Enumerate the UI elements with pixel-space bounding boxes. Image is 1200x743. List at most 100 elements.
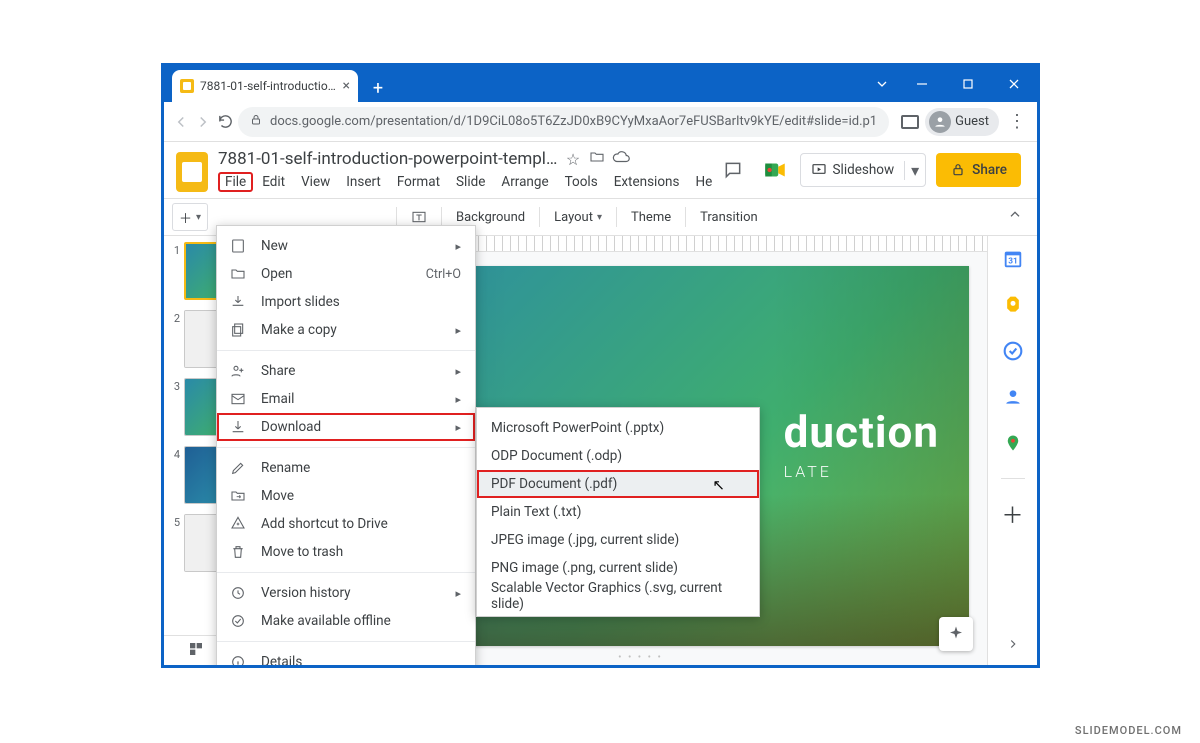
file-menu-open[interactable]: OpenCtrl+O [217,260,475,288]
file-menu-new[interactable]: New▸ [217,232,475,260]
tb-transition[interactable]: Transition [692,203,766,231]
menu-extensions[interactable]: Extensions [607,172,687,192]
rename-icon [229,459,247,477]
nav-reload-icon[interactable] [216,107,234,137]
move-icon [229,487,247,505]
addons-plus-icon[interactable]: ＋ [1002,503,1024,525]
file-menu-details[interactable]: Details [217,648,475,665]
calendar-icon[interactable]: 31 [1002,248,1024,270]
slides-app: 7881-01-self-introduction-powerpoint-tem… [164,142,1037,665]
menu-view[interactable]: View [294,172,337,192]
browser-window: 7881-01-self-introduction-powe × + docs.… [161,63,1040,668]
menu-tools[interactable]: Tools [558,172,605,192]
download-submenu: Microsoft PowerPoint (.pptx) ODP Documen… [476,407,760,617]
file-menu-import-slides[interactable]: Import slides [217,288,475,316]
download-icon [229,418,247,436]
download-pptx[interactable]: Microsoft PowerPoint (.pptx) [477,414,759,442]
menu-format[interactable]: Format [390,172,447,192]
omnibox[interactable]: docs.google.com/presentation/d/1D9CiL08o… [238,107,889,137]
meet-icon[interactable] [760,155,790,185]
speaker-notes-handle[interactable]: • • • • • [618,652,663,663]
download-txt[interactable]: Plain Text (.txt) [477,498,759,526]
app-header: 7881-01-self-introduction-powerpoint-tem… [164,142,1037,192]
maps-icon[interactable] [1002,432,1024,454]
tab-title: 7881-01-self-introduction-powe [200,79,337,93]
download-jpeg[interactable]: JPEG image (.jpg, current slide) [477,526,759,554]
slideshow-button[interactable]: Slideshow ▾ [800,153,927,187]
details-icon [229,653,247,665]
file-menu-download[interactable]: Download▸ [217,413,475,441]
reading-list-icon[interactable] [901,115,919,129]
cursor-icon: ↖ [712,476,725,494]
tab-close-icon[interactable]: × [343,79,350,93]
new-icon [229,237,247,255]
menu-insert[interactable]: Insert [339,172,388,192]
slideshow-caret-icon[interactable]: ▾ [904,161,925,180]
file-menu-offline[interactable]: Make available offline [217,607,475,635]
collapse-toolbar-icon[interactable] [1001,207,1029,227]
download-svg[interactable]: Scalable Vector Graphics (.svg, current … [477,582,759,610]
browser-tab[interactable]: 7881-01-self-introduction-powe × [172,70,358,102]
share-button[interactable]: Share [936,153,1021,187]
move-folder-icon[interactable] [588,149,606,169]
tb-layout[interactable]: Layout▾ [546,203,610,231]
slide-number: 4 [168,446,180,504]
file-menu-add-shortcut[interactable]: Add shortcut to Drive [217,510,475,538]
window-titlebar: 7881-01-self-introduction-powe × + [164,66,1037,102]
header-actions: Slideshow ▾ Share [716,153,1025,187]
slides-logo-icon[interactable] [176,152,208,192]
copy-icon [229,321,247,339]
browser-menu-icon[interactable]: ⋮ [1005,111,1029,132]
tasks-icon[interactable] [1002,340,1024,362]
file-menu-make-copy[interactable]: Make a copy▸ [217,316,475,344]
tb-theme[interactable]: Theme [623,203,679,231]
window-controls [865,66,1037,102]
open-icon [229,265,247,283]
download-odp[interactable]: ODP Document (.odp) [477,442,759,470]
file-menu-email[interactable]: Email▸ [217,385,475,413]
star-icon[interactable]: ☆ [564,150,582,169]
maximize-button[interactable] [945,68,991,100]
add-shortcut-icon [229,515,247,533]
menu-edit[interactable]: Edit [255,172,292,192]
file-menu-version-history[interactable]: Version history▸ [217,579,475,607]
new-tab-button[interactable]: + [364,74,392,102]
cloud-status-icon[interactable] [612,148,630,170]
tab-search-icon[interactable] [865,68,899,100]
import-icon [229,293,247,311]
download-png[interactable]: PNG image (.png, current slide) [477,554,759,582]
slide-number: 3 [168,378,180,436]
menu-arrange[interactable]: Arrange [494,172,555,192]
contacts-icon[interactable] [1002,386,1024,408]
comments-icon[interactable] [716,153,750,187]
slide-text: duction LATE [784,406,939,481]
play-icon [811,162,827,178]
svg-text:31: 31 [1008,257,1017,267]
close-button[interactable] [991,68,1037,100]
file-menu-trash[interactable]: Move to trash [217,538,475,566]
new-slide-button[interactable]: ＋ ▾ [172,203,208,231]
menu-file[interactable]: File [218,172,253,192]
menu-slide[interactable]: Slide [449,172,492,192]
file-menu-move[interactable]: Move [217,482,475,510]
minimize-button[interactable] [899,68,945,100]
grid-view-icon[interactable] [188,641,204,661]
side-panel-collapse-icon[interactable] [1002,633,1024,655]
explore-button[interactable] [939,617,973,651]
file-menu-share[interactable]: Share▸ [217,357,475,385]
nav-forward-icon[interactable] [194,107,212,137]
file-menu-rename[interactable]: Rename [217,454,475,482]
share-icon [229,362,247,380]
slides-favicon-icon [180,79,194,93]
nav-back-icon[interactable] [172,107,190,137]
doc-title[interactable]: 7881-01-self-introduction-powerpoint-tem… [218,149,558,169]
email-icon [229,390,247,408]
slideshow-label: Slideshow [833,162,895,178]
keep-icon[interactable] [1002,294,1024,316]
avatar-icon [929,111,951,133]
profile-chip[interactable]: Guest [925,108,999,136]
trash-icon [229,543,247,561]
download-pdf[interactable]: PDF Document (.pdf) ↖ [477,470,759,498]
slide-number: 2 [168,310,180,368]
slide-number: 1 [168,242,180,300]
